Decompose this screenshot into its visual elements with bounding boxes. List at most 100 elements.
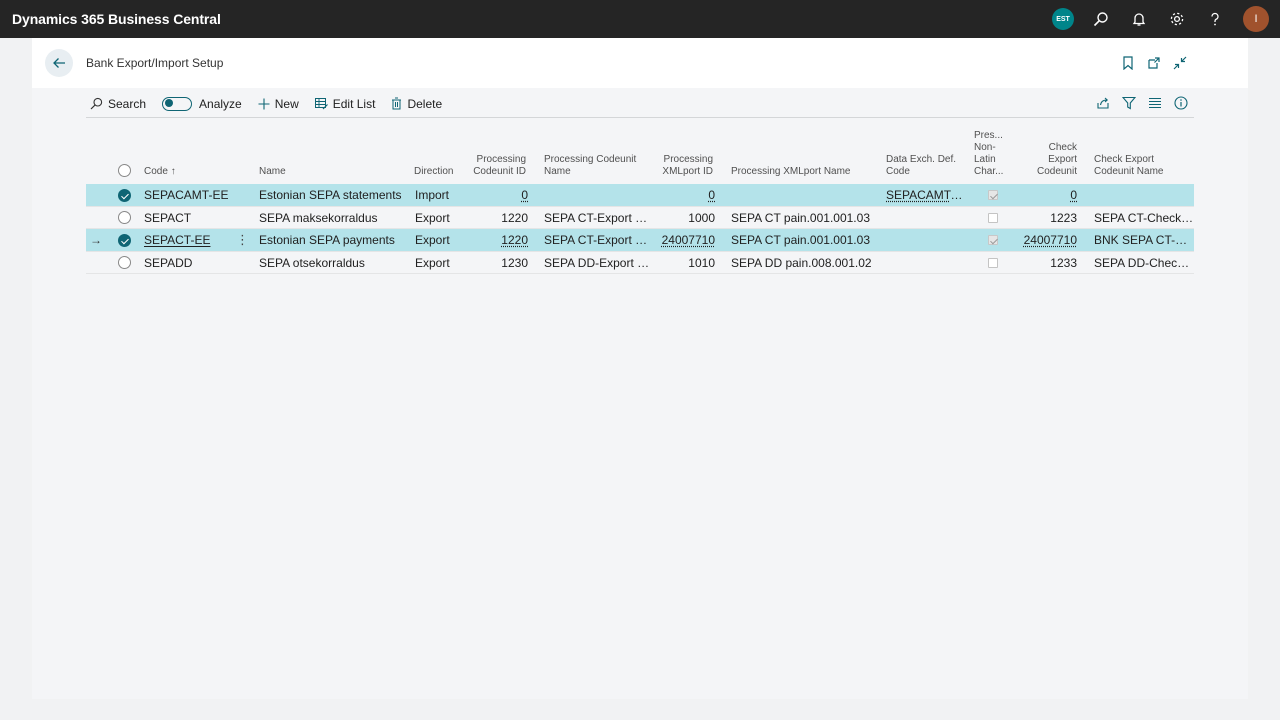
table-row[interactable]: SEPACT SEPA maksekorraldus Export 1220 SEPA … <box>86 207 1194 230</box>
search-icon <box>1093 12 1108 27</box>
edit-list-button[interactable]: Edit List <box>314 91 376 117</box>
list-icon <box>1149 97 1161 109</box>
search-action[interactable]: Search <box>90 91 146 117</box>
cell-code[interactable]: SEPADD <box>144 252 234 274</box>
row-select-checkbox[interactable] <box>118 256 131 270</box>
gear-icon <box>1170 12 1184 26</box>
share-button[interactable] <box>1094 94 1112 112</box>
notifications-button[interactable] <box>1120 0 1158 38</box>
cell-data-exch-def-code[interactable]: SEPACAMT-EE <box>886 184 966 206</box>
company-badge: EST <box>1052 8 1074 30</box>
sort-ascending-icon: ↑ <box>170 166 176 177</box>
analyze-toggle[interactable]: Analyze <box>162 91 242 117</box>
back-button[interactable] <box>45 49 73 77</box>
data-grid: Code ↑ Name Direction Processing Codeunit… <box>86 126 1194 275</box>
filter-icon <box>1122 96 1136 110</box>
help-icon <box>1211 12 1219 26</box>
edit-list-label: Edit List <box>332 96 376 111</box>
help-button[interactable] <box>1196 0 1234 38</box>
row-select-checkbox[interactable] <box>118 211 131 225</box>
settings-button[interactable] <box>1158 0 1196 38</box>
column-header-check-export-codeunit[interactable]: Check Export Codeunit <box>1017 142 1077 178</box>
cell-check-export-codeunit[interactable]: 0 <box>1007 184 1077 206</box>
avatar: I <box>1243 6 1269 32</box>
cell-check-export-codeunit-name: BNK SEPA CT-Che... <box>1094 233 1194 248</box>
cell-processing-codeunit-id[interactable]: 1220 <box>458 229 528 251</box>
trash-icon <box>392 97 402 110</box>
row-menu-icon[interactable]: ⋮ <box>236 229 249 251</box>
column-header-code[interactable]: Code ↑ <box>144 166 176 178</box>
preserve-non-latin-checkbox <box>988 190 998 200</box>
company-badge-button[interactable]: EST <box>1044 0 1082 38</box>
row-select-checkbox[interactable] <box>118 233 131 247</box>
cell-code[interactable]: SEPACT <box>144 207 234 229</box>
table-row[interactable]: SEPADD SEPA otsekorraldus Export 1230 SEPA D… <box>86 252 1194 275</box>
cell-check-export-codeunit: 1223 <box>1050 210 1077 225</box>
preserve-non-latin-checkbox <box>988 235 998 246</box>
collapse-button[interactable] <box>1170 52 1190 74</box>
cell-processing-xmlport-name: SEPA DD pain.008.001.02 <box>731 255 872 270</box>
cell-processing-xmlport-id[interactable]: 0 <box>645 184 715 206</box>
open-new-window-button[interactable] <box>1144 52 1164 74</box>
cell-data-exch-def-code[interactable] <box>886 207 966 229</box>
bookmark-button[interactable] <box>1118 52 1138 74</box>
cell-code[interactable]: SEPACAMT-EE <box>144 184 234 206</box>
cell-code[interactable]: SEPACT-EE <box>144 229 234 251</box>
list-view-button[interactable] <box>1146 94 1164 112</box>
user-button[interactable]: I <box>1234 0 1272 38</box>
page-title: Bank Export/Import Setup <box>86 56 224 70</box>
cell-check-export-codeunit-name <box>1094 184 1194 206</box>
column-header-processing-codeunit-id[interactable]: Processing Codeunit ID <box>446 154 526 178</box>
page-header: Bank Export/Import Setup <box>32 38 1248 88</box>
column-header-check-export-codeunit-name[interactable]: Check Export Codeunit Name <box>1094 154 1163 178</box>
search-button[interactable] <box>1082 0 1120 38</box>
app-title[interactable]: Dynamics 365 Business Central <box>12 11 221 27</box>
table-row[interactable]: SEPACAMT-EE Estonian SEPA statements Impor… <box>86 184 1194 207</box>
column-header-processing-codeunit-name[interactable]: Processing Codeunit Name <box>544 154 636 178</box>
new-label: New <box>274 96 299 111</box>
cell-data-exch-def-code[interactable] <box>886 252 966 274</box>
column-header-processing-xmlport-name[interactable]: Processing XMLport Name <box>731 166 851 178</box>
column-header-processing-xmlport-id[interactable]: Processing XMLport ID <box>633 154 713 178</box>
column-header-preserve-non-latin[interactable]: Pres... Non- Latin Char... <box>974 130 1003 178</box>
cell-data-exch-def-code[interactable] <box>886 229 966 251</box>
cell-processing-codeunit-name: SEPA DD-Export File <box>544 255 654 270</box>
toggle-switch[interactable] <box>162 96 193 111</box>
arrow-left-icon <box>53 58 65 68</box>
cell-processing-xmlport-id: 1010 <box>688 255 715 270</box>
cell-check-export-codeunit[interactable]: 24007710 <box>1007 229 1077 251</box>
info-button[interactable] <box>1172 94 1190 112</box>
search-icon <box>90 97 103 110</box>
delete-label: Delete <box>407 96 443 111</box>
cell-processing-codeunit-name: SEPA CT-Export File <box>544 233 654 248</box>
edit-list-icon <box>314 97 328 109</box>
cell-processing-xmlport-name: SEPA CT pain.001.001.03 <box>731 233 870 248</box>
column-header-name[interactable]: Name <box>259 166 286 178</box>
app-bar: Dynamics 365 Business Central EST I <box>0 0 1280 38</box>
delete-button[interactable]: Delete <box>391 91 442 117</box>
cell-processing-codeunit-id: 1220 <box>501 210 528 225</box>
select-all-checkbox[interactable] <box>118 164 131 177</box>
filter-button[interactable] <box>1120 94 1138 112</box>
cell-processing-xmlport-id: 1000 <box>688 210 715 225</box>
column-header-data-exch-def-code[interactable]: Data Exch. Def. Code <box>886 154 956 178</box>
cell-processing-codeunit-id[interactable]: 0 <box>458 184 528 206</box>
cell-processing-xmlport-name: SEPA CT pain.001.001.03 <box>731 210 870 225</box>
grid-header: Code ↑ Name Direction Processing Codeunit… <box>86 126 1194 184</box>
preserve-non-latin-checkbox <box>988 212 998 223</box>
bookmark-icon <box>1123 56 1133 70</box>
cell-processing-codeunit-id: 1230 <box>501 255 528 270</box>
cell-processing-codeunit-name <box>544 184 654 206</box>
current-row-arrow-icon: → <box>90 233 102 248</box>
info-icon <box>1174 96 1188 110</box>
cell-check-export-codeunit: 1233 <box>1050 255 1077 270</box>
preserve-non-latin-checkbox <box>988 257 998 268</box>
cell-name: SEPA otsekorraldus <box>259 255 365 270</box>
cell-processing-xmlport-name <box>731 184 881 206</box>
new-button[interactable]: New <box>258 91 299 117</box>
table-row[interactable]: → ⋮ SEPACT-EE Estonian SEPA payments Export 1… <box>86 229 1194 252</box>
row-select-checkbox[interactable] <box>118 188 131 202</box>
cell-name: Estonian SEPA payments <box>259 233 395 248</box>
cell-processing-xmlport-id[interactable]: 24007710 <box>645 229 715 251</box>
plus-icon <box>258 98 270 109</box>
